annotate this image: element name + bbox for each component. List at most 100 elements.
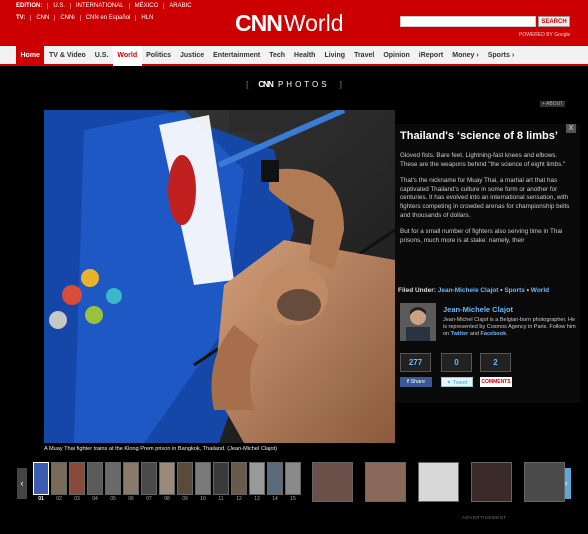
section-label: PHOTOS bbox=[277, 80, 330, 89]
thumbnail[interactable] bbox=[195, 462, 211, 495]
about-button[interactable]: + ABOUT bbox=[540, 101, 566, 107]
nav-travel[interactable]: Travel bbox=[350, 46, 379, 66]
nav-money[interactable]: Money › bbox=[448, 46, 483, 66]
filed-sports-link[interactable]: Sports bbox=[504, 287, 525, 294]
share-count: 277 bbox=[400, 353, 431, 372]
tv-hln[interactable]: HLN bbox=[136, 15, 158, 21]
edition-mexico[interactable]: MÉXICO bbox=[130, 3, 165, 9]
author-bio-end: . bbox=[506, 331, 508, 338]
thumbnail-number: 09 bbox=[182, 496, 188, 502]
article-paragraph: But for a small number of fighters also … bbox=[400, 228, 563, 244]
thumbnail-number: 10 bbox=[200, 496, 206, 502]
thumbnail[interactable] bbox=[267, 462, 283, 495]
nav-home[interactable]: Home bbox=[16, 46, 45, 66]
related-gallery-thumbnail[interactable] bbox=[418, 462, 459, 502]
search-button[interactable]: SEARCH bbox=[538, 16, 570, 27]
thumbnail[interactable] bbox=[177, 462, 193, 495]
tv-cnn[interactable]: CNN bbox=[31, 15, 56, 21]
edition-bar: EDITION: U.S. INTERNATIONAL MÉXICO ARABIC bbox=[16, 3, 197, 9]
nav-politics[interactable]: Politics bbox=[142, 46, 176, 66]
nav-world[interactable]: World bbox=[112, 46, 142, 66]
thumbnail[interactable] bbox=[231, 462, 247, 495]
related-gallery-thumbnail[interactable] bbox=[312, 462, 353, 502]
nav-us[interactable]: U.S. bbox=[90, 46, 113, 66]
main-nav: Home TV & Video U.S. World Politics Just… bbox=[0, 46, 588, 66]
comment-count: 2 bbox=[480, 353, 511, 372]
nav-opinion[interactable]: Opinion bbox=[379, 46, 414, 66]
twitter-icon: ✦ bbox=[446, 380, 452, 386]
nav-tech[interactable]: Tech bbox=[265, 46, 290, 66]
related-gallery-thumbnail[interactable] bbox=[524, 462, 565, 502]
nav-tv-video[interactable]: TV & Video bbox=[44, 46, 90, 66]
thumbnail[interactable] bbox=[213, 462, 229, 495]
edition-international[interactable]: INTERNATIONAL bbox=[71, 3, 130, 9]
tv-cnni[interactable]: CNNi bbox=[55, 15, 81, 21]
main-photo bbox=[44, 110, 395, 443]
thumbnail[interactable] bbox=[249, 462, 265, 495]
facebook-share-button[interactable]: f Share bbox=[400, 377, 432, 387]
filed-author-link[interactable]: Jean-Michele Clajot bbox=[438, 287, 499, 294]
filed-world-link[interactable]: World bbox=[531, 287, 549, 294]
tv-label: TV: bbox=[16, 15, 32, 21]
filmstrip-prev-button[interactable]: ‹ bbox=[17, 468, 27, 499]
close-bracket: ] bbox=[339, 80, 342, 89]
tweet-count: 0 bbox=[441, 353, 472, 372]
tv-bar: TV: CNN CNNi CNN en Español HLN bbox=[16, 15, 158, 21]
twitter-link[interactable]: Twitter bbox=[451, 331, 469, 337]
section-cnn: CNN bbox=[258, 80, 273, 89]
logo-cnn: CNN bbox=[235, 10, 283, 36]
close-panel-button[interactable]: X bbox=[566, 124, 576, 133]
thumbnail-number: 13 bbox=[254, 496, 260, 502]
thumbnail-number: 04 bbox=[92, 496, 98, 502]
thumbnail-number: 03 bbox=[74, 496, 80, 502]
thumbnail-number: 11 bbox=[218, 496, 224, 502]
open-bracket: [ bbox=[246, 80, 249, 89]
thumbnail[interactable] bbox=[69, 462, 85, 495]
nav-sports[interactable]: Sports › bbox=[483, 46, 518, 66]
advertisement-label: ADVERTISEMENT bbox=[462, 515, 507, 520]
logo-world: World bbox=[283, 10, 344, 36]
nav-ireport[interactable]: iReport bbox=[414, 46, 448, 66]
author-bio: Jean-Michel Clajot is a Belgian-born pho… bbox=[443, 317, 578, 339]
thumbnail-number: 12 bbox=[236, 496, 242, 502]
article-body: Gloved fists. Bare feet. Lightning-fast … bbox=[400, 152, 572, 253]
thumbnail[interactable] bbox=[159, 462, 175, 495]
article-paragraph: Gloved fists. Bare feet. Lightning-fast … bbox=[400, 152, 566, 168]
top-banner: EDITION: U.S. INTERNATIONAL MÉXICO ARABIC TV… bbox=[0, 0, 588, 46]
nav-entertainment[interactable]: Entertainment bbox=[209, 46, 265, 66]
author-avatar[interactable] bbox=[400, 303, 436, 341]
thumbnail[interactable] bbox=[123, 462, 139, 495]
tv-cnn-espanol[interactable]: CNN en Español bbox=[81, 15, 137, 21]
thumbnail[interactable] bbox=[105, 462, 121, 495]
thumbnail-number: 05 bbox=[110, 496, 116, 502]
related-gallery-thumbnail[interactable] bbox=[365, 462, 406, 502]
thumbnail-number: 02 bbox=[56, 496, 62, 502]
thumbnail[interactable] bbox=[51, 462, 67, 495]
thumbnail[interactable] bbox=[87, 462, 103, 495]
thumbnail-number: 08 bbox=[164, 496, 170, 502]
article-title: Thailand's ‘science of 8 limbs’ bbox=[400, 130, 558, 142]
share-label: Share bbox=[410, 379, 426, 385]
cnn-world-logo[interactable]: CNN World bbox=[235, 10, 344, 37]
section-heading: [ CNN PHOTOS] bbox=[0, 80, 588, 89]
nav-living[interactable]: Living bbox=[320, 46, 350, 66]
edition-arabic[interactable]: ARABIC bbox=[164, 3, 196, 9]
powered-by-google: POWERED BY Google bbox=[519, 32, 571, 38]
thumbnail[interactable] bbox=[285, 462, 301, 495]
tweet-button[interactable]: ✦ Tweet bbox=[441, 377, 473, 387]
facebook-link[interactable]: Facebook bbox=[481, 331, 507, 337]
nav-health[interactable]: Health bbox=[290, 46, 320, 66]
chevron-left-icon: ‹ bbox=[20, 478, 24, 488]
thumbnail[interactable] bbox=[141, 462, 157, 495]
thumbnail[interactable] bbox=[33, 462, 49, 495]
comments-button[interactable]: COMMENTS bbox=[480, 377, 512, 387]
edition-us[interactable]: U.S. bbox=[48, 3, 72, 9]
edition-label: EDITION: bbox=[16, 3, 49, 9]
main-photo-image bbox=[44, 110, 395, 443]
nav-justice[interactable]: Justice bbox=[176, 46, 209, 66]
author-name[interactable]: Jean-Michele Clajot bbox=[443, 305, 513, 314]
facebook-icon: f bbox=[406, 379, 409, 385]
search-input[interactable] bbox=[400, 16, 536, 27]
related-gallery-thumbnail[interactable] bbox=[471, 462, 512, 502]
thumbnail-number: 01 bbox=[38, 496, 44, 502]
